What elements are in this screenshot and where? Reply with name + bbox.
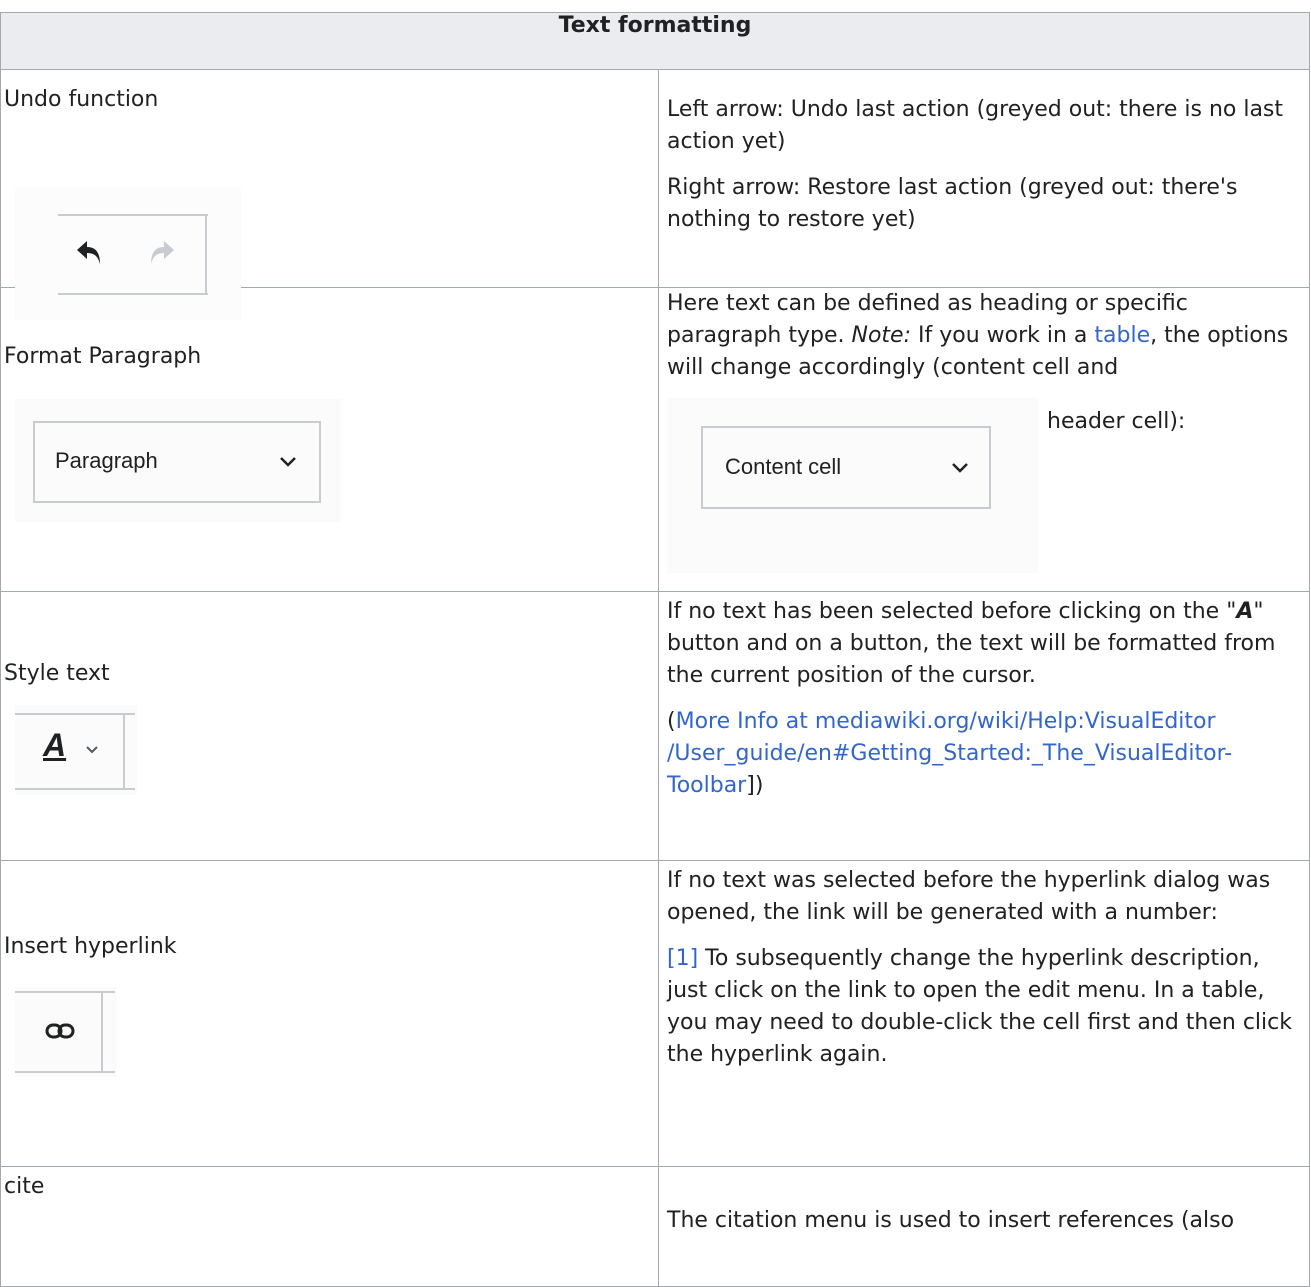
table-row: Undo function Left arrow: Undo last acti…	[0, 69, 1311, 320]
style-description-cell: If no text has been selected before clic…	[657, 591, 1311, 861]
undo-arrow-icon	[77, 241, 100, 264]
paragraph-dropdown-image: Paragraph	[15, 399, 341, 522]
table-row: cite The citation menu is used to insert…	[0, 1166, 1311, 1287]
table-link[interactable]: table	[1094, 323, 1150, 348]
content-cell-dropdown-value: Content cell	[725, 454, 842, 479]
paragraph-description-b: If you work in a	[911, 323, 1095, 348]
paragraph-description-d: header cell):	[1047, 409, 1186, 434]
style-text-icon: A	[43, 727, 67, 763]
info-close: ])	[746, 773, 764, 798]
hyperlink-toolbar-image	[15, 987, 117, 1077]
style-label: Style text	[4, 661, 110, 686]
paragraph-description-cell: Here text can be defined as heading or s…	[657, 287, 1311, 592]
table-row: Style text A If no text has been selecte…	[0, 591, 1311, 861]
hyperlink-label: Insert hyperlink	[4, 934, 177, 959]
undo-description: Left arrow: Undo last action (greyed out…	[667, 97, 1284, 154]
chevron-down-icon	[86, 746, 98, 754]
undo-label: Undo function	[4, 87, 159, 112]
info-open: (	[667, 709, 676, 734]
cite-label: cite	[4, 1174, 45, 1199]
note-label: Note:	[851, 323, 912, 348]
table-header: Text formatting	[0, 12, 1311, 70]
cite-description-cell: The citation menu is used to insert refe…	[657, 1166, 1311, 1287]
hyperlink-description-cell: If no text was selected before the hyper…	[657, 860, 1311, 1167]
style-label-cell: Style text A	[0, 591, 659, 861]
redo-arrow-icon	[151, 241, 174, 264]
style-letter: A	[1236, 599, 1254, 624]
chevron-down-icon	[952, 463, 968, 473]
undo-description-cell: Left arrow: Undo last action (greyed out…	[657, 69, 1311, 288]
text-formatting-table: Text formatting Undo function Left arrow…	[0, 12, 1311, 1287]
content-cell-dropdown-image: Content cell	[667, 398, 1038, 573]
hyperlink-description: If no text was selected before the hyper…	[667, 868, 1271, 925]
cite-label-cell: cite	[0, 1166, 659, 1287]
paragraph-label: Format Paragraph	[4, 344, 202, 369]
link-icon	[45, 1023, 75, 1039]
hyperlink-description-b: To subsequently change the hyperlink des…	[667, 946, 1292, 1067]
hyperlink-label-cell: Insert hyperlink	[0, 860, 659, 1167]
table-row: Format Paragraph Paragraph Here text can…	[0, 287, 1311, 592]
table-row: Insert hyperlink If no text was selected…	[0, 860, 1311, 1167]
paragraph-dropdown-value: Paragraph	[55, 448, 158, 473]
redo-description: Right arrow: Restore last action (greyed…	[667, 175, 1238, 232]
undo-label-cell: Undo function	[0, 69, 659, 320]
cite-description: The citation menu is used to insert refe…	[667, 1208, 1235, 1233]
style-description: If no text has been selected before clic…	[667, 599, 1237, 624]
chevron-down-icon	[280, 457, 296, 467]
style-toolbar-image: A	[15, 705, 137, 795]
paragraph-label-cell: Format Paragraph Paragraph	[0, 287, 659, 592]
reference-link[interactable]: [1]	[667, 946, 698, 971]
